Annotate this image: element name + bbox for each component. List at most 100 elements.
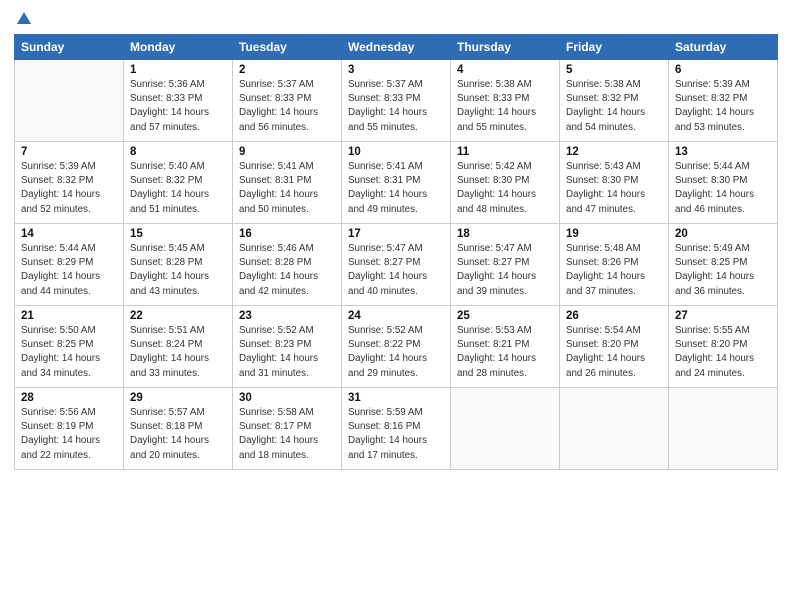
day-info: Sunrise: 5:38 AMSunset: 8:33 PMDaylight:… (457, 78, 553, 135)
day-info: Sunrise: 5:53 AMSunset: 8:21 PMDaylight:… (457, 324, 553, 381)
calendar-cell: 19 Sunrise: 5:48 AMSunset: 8:26 PMDayligh… (560, 224, 669, 306)
day-info: Sunrise: 5:52 AMSunset: 8:22 PMDaylight:… (348, 324, 444, 381)
day-info: Sunrise: 5:37 AMSunset: 8:33 PMDaylight:… (239, 78, 335, 135)
day-info: Sunrise: 5:42 AMSunset: 8:30 PMDaylight:… (457, 160, 553, 217)
day-number: 28 (21, 392, 117, 404)
day-number: 18 (457, 228, 553, 240)
day-number: 8 (130, 146, 226, 158)
day-info: Sunrise: 5:50 AMSunset: 8:25 PMDaylight:… (21, 324, 117, 381)
weekday-header-monday: Monday (124, 35, 233, 60)
day-info: Sunrise: 5:58 AMSunset: 8:17 PMDaylight:… (239, 406, 335, 463)
day-info: Sunrise: 5:44 AMSunset: 8:29 PMDaylight:… (21, 242, 117, 299)
calendar-cell: 20 Sunrise: 5:49 AMSunset: 8:25 PMDayligh… (669, 224, 778, 306)
day-number: 24 (348, 310, 444, 322)
day-info: Sunrise: 5:38 AMSunset: 8:32 PMDaylight:… (566, 78, 662, 135)
calendar-cell: 9Sunrise: 5:41 AMSunset: 8:31 PMDaylight… (233, 142, 342, 224)
day-info: Sunrise: 5:47 AMSunset: 8:27 PMDaylight:… (457, 242, 553, 299)
day-number: 7 (21, 146, 117, 158)
day-number: 6 (675, 64, 771, 76)
calendar-cell: 13 Sunrise: 5:44 AMSunset: 8:30 PMDayligh… (669, 142, 778, 224)
calendar-cell: 22 Sunrise: 5:51 AMSunset: 8:24 PMDayligh… (124, 306, 233, 388)
day-number: 25 (457, 310, 553, 322)
calendar-cell: 17Sunrise: 5:47 AMSunset: 8:27 PMDayligh… (342, 224, 451, 306)
day-info: Sunrise: 5:37 AMSunset: 8:33 PMDaylight:… (348, 78, 444, 135)
day-info: Sunrise: 5:36 AMSunset: 8:33 PMDaylight:… (130, 78, 226, 135)
day-number: 4 (457, 64, 553, 76)
day-number: 19 (566, 228, 662, 240)
weekday-header-wednesday: Wednesday (342, 35, 451, 60)
day-number: 15 (130, 228, 226, 240)
calendar-week-5: 28 Sunrise: 5:56 AMSunset: 8:19 PMDayligh… (15, 388, 778, 470)
calendar-cell: 27Sunrise: 5:55 AMSunset: 8:20 PMDayligh… (669, 306, 778, 388)
calendar-week-4: 21 Sunrise: 5:50 AMSunset: 8:25 PMDayligh… (15, 306, 778, 388)
calendar-cell: 21 Sunrise: 5:50 AMSunset: 8:25 PMDayligh… (15, 306, 124, 388)
day-number: 22 (130, 310, 226, 322)
day-number: 11 (457, 146, 553, 158)
calendar-table: SundayMondayTuesdayWednesdayThursdayFrid… (14, 34, 778, 470)
calendar-cell (669, 388, 778, 470)
day-number: 10 (348, 146, 444, 158)
calendar-cell: 5 Sunrise: 5:38 AMSunset: 8:32 PMDaylight… (560, 60, 669, 142)
day-info: Sunrise: 5:45 AMSunset: 8:28 PMDaylight:… (130, 242, 226, 299)
calendar-cell: 14 Sunrise: 5:44 AMSunset: 8:29 PMDayligh… (15, 224, 124, 306)
day-info: Sunrise: 5:56 AMSunset: 8:19 PMDaylight:… (21, 406, 117, 463)
day-number: 26 (566, 310, 662, 322)
calendar-cell: 31 Sunrise: 5:59 AMSunset: 8:16 PMDayligh… (342, 388, 451, 470)
weekday-header-tuesday: Tuesday (233, 35, 342, 60)
calendar-cell (451, 388, 560, 470)
calendar-cell: 28 Sunrise: 5:56 AMSunset: 8:19 PMDayligh… (15, 388, 124, 470)
logo (14, 10, 34, 28)
day-number: 29 (130, 392, 226, 404)
day-info: Sunrise: 5:52 AMSunset: 8:23 PMDaylight:… (239, 324, 335, 381)
day-number: 5 (566, 64, 662, 76)
day-info: Sunrise: 5:41 AMSunset: 8:31 PMDaylight:… (348, 160, 444, 217)
day-number: 2 (239, 64, 335, 76)
weekday-header-saturday: Saturday (669, 35, 778, 60)
calendar-week-2: 7 Sunrise: 5:39 AMSunset: 8:32 PMDaylight… (15, 142, 778, 224)
calendar-cell: 6 Sunrise: 5:39 AMSunset: 8:32 PMDaylight… (669, 60, 778, 142)
calendar-cell (15, 60, 124, 142)
day-number: 13 (675, 146, 771, 158)
weekday-header-sunday: Sunday (15, 35, 124, 60)
day-info: Sunrise: 5:44 AMSunset: 8:30 PMDaylight:… (675, 160, 771, 217)
day-number: 30 (239, 392, 335, 404)
weekday-header-row: SundayMondayTuesdayWednesdayThursdayFrid… (15, 35, 778, 60)
day-info: Sunrise: 5:39 AMSunset: 8:32 PMDaylight:… (675, 78, 771, 135)
calendar-cell: 1 Sunrise: 5:36 AMSunset: 8:33 PMDaylight… (124, 60, 233, 142)
calendar-cell: 11 Sunrise: 5:42 AMSunset: 8:30 PMDayligh… (451, 142, 560, 224)
calendar-week-3: 14 Sunrise: 5:44 AMSunset: 8:29 PMDayligh… (15, 224, 778, 306)
calendar-cell: 4 Sunrise: 5:38 AMSunset: 8:33 PMDaylight… (451, 60, 560, 142)
calendar-cell (560, 388, 669, 470)
day-number: 12 (566, 146, 662, 158)
day-number: 23 (239, 310, 335, 322)
day-number: 1 (130, 64, 226, 76)
calendar-cell: 24 Sunrise: 5:52 AMSunset: 8:22 PMDayligh… (342, 306, 451, 388)
day-number: 14 (21, 228, 117, 240)
calendar-cell: 18 Sunrise: 5:47 AMSunset: 8:27 PMDayligh… (451, 224, 560, 306)
day-info: Sunrise: 5:59 AMSunset: 8:16 PMDaylight:… (348, 406, 444, 463)
calendar-cell: 23 Sunrise: 5:52 AMSunset: 8:23 PMDayligh… (233, 306, 342, 388)
calendar-cell: 10 Sunrise: 5:41 AMSunset: 8:31 PMDayligh… (342, 142, 451, 224)
day-number: 21 (21, 310, 117, 322)
logo-icon (15, 10, 33, 28)
day-info: Sunrise: 5:49 AMSunset: 8:25 PMDaylight:… (675, 242, 771, 299)
calendar-cell: 3 Sunrise: 5:37 AMSunset: 8:33 PMDaylight… (342, 60, 451, 142)
day-info: Sunrise: 5:39 AMSunset: 8:32 PMDaylight:… (21, 160, 117, 217)
day-number: 27 (675, 310, 771, 322)
day-number: 17 (348, 228, 444, 240)
day-info: Sunrise: 5:51 AMSunset: 8:24 PMDaylight:… (130, 324, 226, 381)
day-number: 3 (348, 64, 444, 76)
day-info: Sunrise: 5:48 AMSunset: 8:26 PMDaylight:… (566, 242, 662, 299)
day-info: Sunrise: 5:41 AMSunset: 8:31 PMDaylight:… (239, 160, 335, 217)
calendar-cell: 15 Sunrise: 5:45 AMSunset: 8:28 PMDayligh… (124, 224, 233, 306)
day-number: 31 (348, 392, 444, 404)
day-info: Sunrise: 5:43 AMSunset: 8:30 PMDaylight:… (566, 160, 662, 217)
calendar-cell: 26Sunrise: 5:54 AMSunset: 8:20 PMDayligh… (560, 306, 669, 388)
calendar-cell: 16Sunrise: 5:46 AMSunset: 8:28 PMDayligh… (233, 224, 342, 306)
day-number: 16 (239, 228, 335, 240)
day-number: 20 (675, 228, 771, 240)
calendar-cell: 25 Sunrise: 5:53 AMSunset: 8:21 PMDayligh… (451, 306, 560, 388)
calendar-cell: 29Sunrise: 5:57 AMSunset: 8:18 PMDayligh… (124, 388, 233, 470)
calendar-week-1: 1 Sunrise: 5:36 AMSunset: 8:33 PMDaylight… (15, 60, 778, 142)
day-info: Sunrise: 5:40 AMSunset: 8:32 PMDaylight:… (130, 160, 226, 217)
